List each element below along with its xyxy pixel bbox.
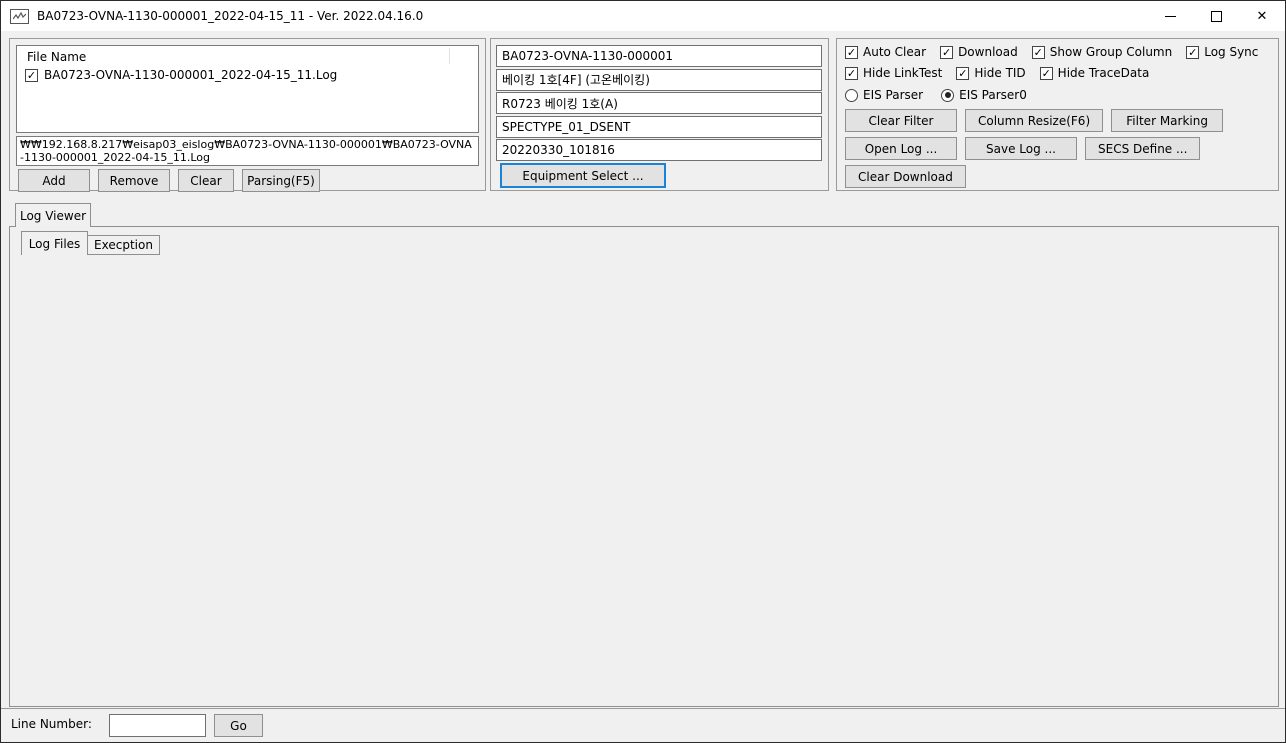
clear-filter-button[interactable]: Clear Filter [845,109,957,132]
options-checkbox-row2: ✓ Hide LinkTest ✓ Hide TID ✓ Hide TraceData [845,66,1149,80]
open-log-button[interactable]: Open Log ... [845,137,957,160]
options-buttons-row2: Open Log ... Save Log ... SECS Define ... [845,137,1200,160]
option-label: Hide TraceData [1058,66,1150,80]
option-auto-clear[interactable]: ✓ Auto Clear [845,45,926,59]
option-download[interactable]: ✓ Download [940,45,1018,59]
options-radio-row: EIS Parser EIS Parser0 [845,88,1027,102]
equipment-field-1[interactable] [496,45,822,67]
file-list-column-divider [449,48,450,64]
option-label: Hide LinkTest [863,66,942,80]
file-list-items: ✓ BA0723-OVNA-1130-000001_2022-04-15_11.L… [17,66,478,84]
equipment-field-3[interactable] [496,92,822,114]
equipment-panel: Equipment Select ... [490,38,829,191]
tab-execption[interactable]: Execption [88,235,160,255]
checkbox-icon: ✓ [845,46,858,59]
radio-label: EIS Parser [863,88,923,102]
option-label: Show Group Column [1050,45,1173,59]
option-label: Auto Clear [863,45,926,59]
option-log-sync[interactable]: ✓ Log Sync [1186,45,1258,59]
title-bar: BA0723-OVNA-1130-000001_2022-04-15_11 - … [1,1,1285,31]
line-number-label: Line Number: [11,717,92,731]
log-viewer-page [9,226,1279,707]
window-title: BA0723-OVNA-1130-000001_2022-04-15_11 - … [37,9,423,23]
minimize-icon [1165,16,1176,17]
app-window: BA0723-OVNA-1130-000001_2022-04-15_11 - … [0,0,1286,743]
options-buttons-row1: Clear Filter Column Resize(F6) Filter Mark… [845,109,1223,132]
maximize-icon [1211,11,1222,22]
file-list[interactable]: File Name ✓ BA0723-OVNA-1130-000001_2022-… [16,45,479,133]
bottom-bar: Line Number: Go [1,708,1285,742]
radio-eis-parser[interactable]: EIS Parser [845,88,923,102]
option-label: Hide TID [974,66,1025,80]
tab-log-files-label: Log Files [29,237,81,251]
equipment-field-2[interactable] [496,69,822,91]
options-checkbox-row1: ✓ Auto Clear ✓ Download ✓ Show Group Column ✓ L… [845,45,1258,59]
option-hide-tracedata[interactable]: ✓ Hide TraceData [1040,66,1150,80]
options-buttons-row3: Clear Download [845,165,966,188]
tab-log-viewer[interactable]: Log Viewer [15,203,91,227]
line-number-input[interactable] [109,714,206,737]
save-log-button[interactable]: Save Log ... [965,137,1077,160]
radio-eis-parser0[interactable]: EIS Parser0 [941,88,1027,102]
file-path: ₩₩192.168.8.217₩eisap03_eislog₩BA0723-OV… [16,136,479,166]
file-item[interactable]: ✓ BA0723-OVNA-1130-000001_2022-04-15_11.L… [17,66,478,84]
parsing-f5-button[interactable]: Parsing(F5) [242,169,320,192]
secs-define-button[interactable]: SECS Define ... [1085,137,1200,160]
tab-execption-label: Execption [94,238,153,252]
tab-log-files[interactable]: Log Files [21,231,88,255]
close-button[interactable]: ✕ [1239,1,1285,31]
checkbox-icon: ✓ [1040,67,1053,80]
equipment-field-4[interactable] [496,116,822,138]
file-name: BA0723-OVNA-1130-000001_2022-04-15_11.Lo… [44,68,337,82]
maximize-button[interactable] [1193,1,1239,31]
clear-button[interactable]: Clear [178,169,234,192]
close-icon: ✕ [1257,10,1268,23]
option-hide-tid[interactable]: ✓ Hide TID [956,66,1025,80]
radio-icon [941,89,954,102]
clear-download-button[interactable]: Clear Download [845,165,966,188]
option-hide-linktest[interactable]: ✓ Hide LinkTest [845,66,942,80]
option-show-group-column[interactable]: ✓ Show Group Column [1032,45,1173,59]
checkbox-icon: ✓ [1032,46,1045,59]
options-panel: ✓ Auto Clear ✓ Download ✓ Show Group Column ✓ L… [836,38,1279,191]
file-list-header: File Name [17,46,478,66]
filter-marking-button[interactable]: Filter Marking [1111,109,1223,132]
minimize-button[interactable] [1147,1,1193,31]
add-button[interactable]: Add [18,169,90,192]
checkbox-icon: ✓ [956,67,969,80]
equipment-field-5[interactable] [496,139,822,161]
radio-label: EIS Parser0 [959,88,1027,102]
option-label: Log Sync [1204,45,1258,59]
app-icon [10,9,29,24]
checkbox-icon: ✓ [1186,46,1199,59]
checkbox-icon: ✓ [940,46,953,59]
file-checkbox[interactable]: ✓ [25,69,38,82]
file-panel: File Name ✓ BA0723-OVNA-1130-000001_2022-… [9,38,486,191]
file-buttons: Add Remove Clear Parsing(F5) [18,169,320,192]
remove-button[interactable]: Remove [98,169,170,192]
option-label: Download [958,45,1018,59]
go-button[interactable]: Go [214,714,263,737]
equipment-select-button[interactable]: Equipment Select ... [500,163,666,188]
radio-icon [845,89,858,102]
checkbox-icon: ✓ [845,67,858,80]
column-resize-f6-button[interactable]: Column Resize(F6) [965,109,1103,132]
